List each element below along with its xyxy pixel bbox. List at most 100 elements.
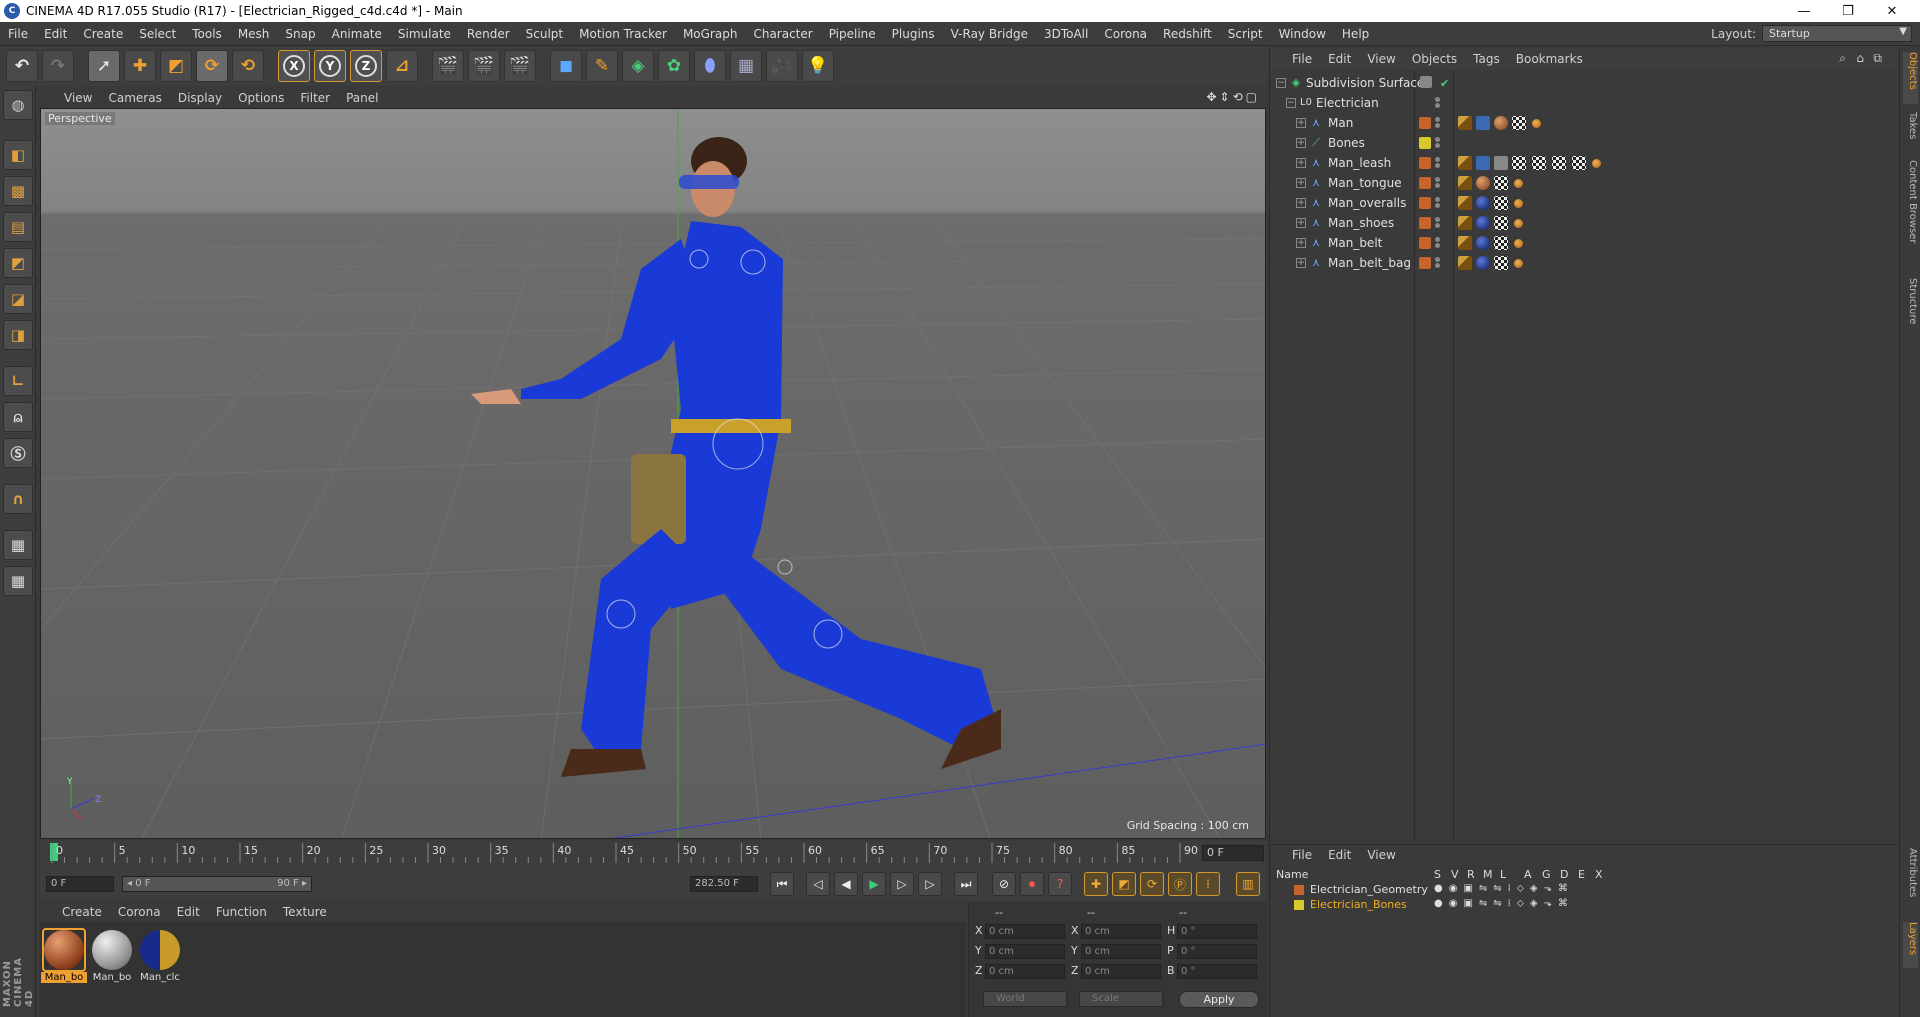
visibility-dots-icon[interactable]	[1435, 176, 1441, 190]
subdivision-button[interactable]: ◈	[622, 50, 654, 82]
live-selection-button[interactable]: ➚	[88, 50, 120, 82]
visibility-dots-icon[interactable]	[1435, 156, 1441, 170]
weight-tag-icon[interactable]	[1458, 176, 1472, 190]
menu-vray-bridge[interactable]: V-Ray Bridge	[943, 27, 1036, 41]
coordinate-system-button[interactable]: ⊿	[386, 50, 418, 82]
cube-button[interactable]: ◼	[550, 50, 582, 82]
viewport-nav-icons[interactable]: ✥⇕⟲▢	[1206, 90, 1260, 104]
visibility-dots-icon[interactable]	[1435, 216, 1441, 230]
viewport-menu-cameras[interactable]: Cameras	[100, 91, 169, 105]
object-row-bones[interactable]: + ⟋ Bones	[1270, 133, 1898, 153]
floor-button[interactable]: ▦	[730, 50, 762, 82]
edges-mode-button[interactable]: ◪	[3, 284, 33, 314]
visibility-dots-icon[interactable]	[1435, 116, 1441, 130]
menu-tools[interactable]: Tools	[184, 27, 230, 41]
axis-mode-button[interactable]: ∟	[3, 366, 33, 396]
viewport-menu-panel[interactable]: Panel	[338, 91, 386, 105]
collapse-icon[interactable]: −	[1276, 78, 1286, 88]
keyframe-selection-button[interactable]: ?	[1048, 872, 1072, 896]
skin-tag-icon[interactable]	[1476, 116, 1490, 130]
apply-button[interactable]: Apply	[1179, 991, 1259, 1008]
magnet-button[interactable]: ∩	[3, 484, 33, 514]
material-name[interactable]: Man_clc	[137, 972, 183, 983]
object-row-man-overalls[interactable]: + ⋏ Man_overalls	[1270, 193, 1898, 213]
material-swatch[interactable]	[42, 928, 86, 972]
tab-structure[interactable]: Structure	[1903, 278, 1918, 338]
layers-menu-file[interactable]: File	[1284, 848, 1320, 862]
rot-p-field[interactable]: 0 °	[1177, 944, 1257, 959]
menu-edit[interactable]: Edit	[36, 27, 75, 41]
expand-icon[interactable]: +	[1296, 218, 1306, 228]
object-name[interactable]: Subdivision Surface	[1306, 76, 1424, 90]
layer-toggle-icons[interactable]: ●◉▣⇋⇋⁞⬦◈⬎⌘	[1434, 883, 1574, 894]
selection-tag-icon[interactable]	[1514, 239, 1523, 248]
size-y-field[interactable]: 0 cm	[1081, 944, 1161, 959]
go-to-end-button[interactable]: ⏭	[954, 872, 978, 896]
material-tag-icon[interactable]	[1476, 236, 1490, 250]
menu-window[interactable]: Window	[1271, 27, 1334, 41]
menu-animate[interactable]: Animate	[324, 27, 390, 41]
render-settings-button[interactable]: 🎬	[504, 50, 536, 82]
layer-row-bones[interactable]: Electrician_Bones ●◉▣⇋⇋⁞⬦◈⬎⌘	[1270, 898, 1898, 913]
scale-key-button[interactable]: ◩	[1112, 872, 1136, 896]
redo-button[interactable]: ↷	[42, 50, 74, 82]
model-mode-button[interactable]: ◧	[3, 140, 33, 170]
timeline-ruler[interactable]: 0 5 10 15 20 25 30 35 40 45 50 55 60 65 70 75 80 85 90 0 F	[40, 841, 1266, 866]
minimize-button[interactable]: —	[1782, 0, 1826, 22]
expand-icon[interactable]: +	[1296, 118, 1306, 128]
selection-tag-icon[interactable]	[1514, 179, 1523, 188]
weight-tag-icon[interactable]	[1458, 156, 1472, 170]
home-icon[interactable]: ⌂	[1856, 51, 1864, 65]
menu-redshift[interactable]: Redshift	[1155, 27, 1220, 41]
size-z-field[interactable]: 0 cm	[1081, 964, 1161, 979]
menu-snap[interactable]: Snap	[277, 27, 323, 41]
object-row-man-shoes[interactable]: + ⋏ Man_shoes	[1270, 213, 1898, 233]
object-row-man-belt-bag[interactable]: + ⋏ Man_belt_bag	[1270, 253, 1898, 273]
object-row-subdivision-surface[interactable]: − ◈ Subdivision Surface ✔	[1270, 73, 1898, 93]
workplane-mode-button[interactable]: ▤	[3, 212, 33, 242]
expand-icon[interactable]: +	[1296, 158, 1306, 168]
previous-key-button[interactable]: ◁	[806, 872, 830, 896]
objects-menu-bookmarks[interactable]: Bookmarks	[1508, 52, 1591, 66]
tab-takes[interactable]: Takes	[1903, 112, 1918, 152]
point-level-key-button[interactable]: ⁞	[1196, 872, 1220, 896]
tweak-mode-button[interactable]: ⍝	[3, 402, 33, 432]
search-icon[interactable]: ⌕	[1839, 51, 1846, 66]
record-keys-button[interactable]: ⊘	[992, 872, 1016, 896]
object-name[interactable]: Man_tongue	[1328, 176, 1402, 190]
scale-tool-button[interactable]: ◩	[160, 50, 192, 82]
object-name[interactable]: Man_leash	[1328, 156, 1391, 170]
objects-menu-view[interactable]: View	[1359, 52, 1403, 66]
object-name[interactable]: Man_belt	[1328, 236, 1382, 250]
close-button[interactable]: ✕	[1870, 0, 1914, 22]
material-tag-icon[interactable]	[1476, 256, 1490, 270]
enabled-check-icon[interactable]: ✔	[1440, 77, 1449, 90]
menu-help[interactable]: Help	[1334, 27, 1377, 41]
skin-tag-icon[interactable]	[1476, 156, 1490, 170]
rotate-tool-button[interactable]: ⟳	[196, 50, 228, 82]
object-name[interactable]: Bones	[1328, 136, 1365, 150]
viewport-camera-label[interactable]: Perspective	[45, 112, 115, 125]
object-row-man-belt[interactable]: + ⋏ Man_belt	[1270, 233, 1898, 253]
points-mode-button[interactable]: ◩	[3, 248, 33, 278]
undo-button[interactable]: ↶	[6, 50, 38, 82]
object-name[interactable]: Electrician	[1316, 96, 1379, 110]
uvw-tag-icon[interactable]	[1532, 156, 1546, 170]
collapse-icon[interactable]: −	[1286, 98, 1296, 108]
material-tag-icon[interactable]	[1494, 116, 1508, 130]
objects-menu-edit[interactable]: Edit	[1320, 52, 1359, 66]
layer-name[interactable]: Electrician_Geometry	[1310, 883, 1428, 896]
autokey-button[interactable]: ⏺	[1020, 872, 1044, 896]
material-tag-icon[interactable]	[1476, 216, 1490, 230]
material-menu-edit[interactable]: Edit	[169, 905, 208, 919]
menu-3dtoall[interactable]: 3DToAll	[1036, 27, 1096, 41]
expand-icon[interactable]: +	[1296, 138, 1306, 148]
viewport-menu-filter[interactable]: Filter	[292, 91, 338, 105]
y-axis-button[interactable]: Y	[314, 50, 346, 82]
rotation-key-button[interactable]: ⟳	[1140, 872, 1164, 896]
preview-range-slider[interactable]: ◂ 0 F 90 F ▸	[122, 876, 312, 892]
maximize-button[interactable]: ❐	[1826, 0, 1870, 22]
next-frame-button[interactable]: ▷	[890, 872, 914, 896]
material-tag-icon[interactable]	[1476, 176, 1490, 190]
tab-objects[interactable]: Objects	[1903, 52, 1918, 104]
